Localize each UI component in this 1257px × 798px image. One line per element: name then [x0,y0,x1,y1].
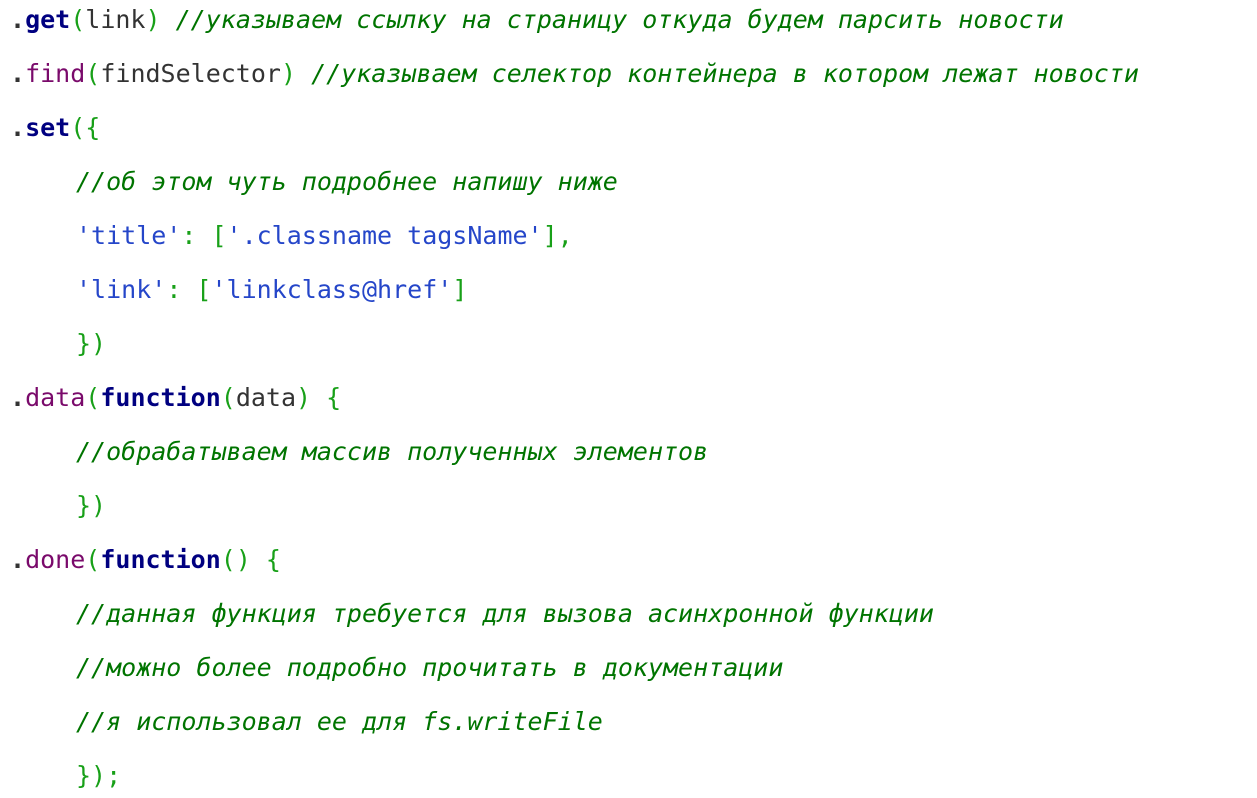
comment: //обрабатываем массив полученных элемент… [76,437,709,466]
code-line-comment: //обрабатываем массив полученных элемент… [10,432,708,472]
paren-open: ( [85,59,101,88]
paren-close: ) [280,59,297,88]
dot: . [10,5,26,34]
string-key: 'title' [76,221,182,250]
method-set: set [25,113,71,142]
comment: //можно более подробно прочитать в докум… [76,653,784,682]
argument: findSelector [100,59,281,88]
brace-open: { [311,383,342,412]
code-line-comment: //данная функция требуется для вызова ас… [10,594,934,634]
code-line-set: .set({ [10,108,100,148]
brace-close: }); [76,761,122,790]
brace-close: }) [76,491,107,520]
method-done: done [25,545,86,574]
bracket-close: ] [452,275,468,304]
bracket-close: ], [542,221,573,250]
code-line-close-data: }) [10,486,106,526]
brace-close: }) [76,329,107,358]
comment: //об этом чуть подробнее напишу ниже [76,167,618,196]
argument: link [85,5,146,34]
code-line-get: .get(link) //указываем ссылку на страниц… [10,0,1064,40]
method-find: find [25,59,86,88]
string-value: '.classname tagsName' [226,221,543,250]
string-key: 'link' [76,275,167,304]
comment: //указываем ссылку на страницу откуда бу… [160,5,1064,34]
brace-open: { [250,545,281,574]
bracket-open: [ [196,275,212,304]
paren-open: ( [70,5,86,34]
dot: . [10,59,26,88]
dot: . [10,545,26,574]
string-value: 'linkclass@href' [211,275,453,304]
code-line-done: .done(function() { [10,540,281,580]
code-line-comment: //я использовал ее для fs.writeFile [10,702,603,742]
code-line-link-key: 'link': ['linkclass@href'] [10,270,467,310]
paren-open: ( [220,383,236,412]
code-line-title-key: 'title': ['.classname tagsName'], [10,216,573,256]
bracket-open: [ [211,221,227,250]
code-line-data: .data(function(data) { [10,378,341,418]
comment: //указываем селектор контейнера в которо… [296,59,1139,88]
comment: //я использовал ее для fs.writeFile [76,707,603,736]
paren-close: ) [145,5,161,34]
paren-open: ( [85,545,101,574]
code-line-close-set: }) [10,324,106,364]
parens: () [220,545,251,574]
paren-open: ({ [70,113,101,142]
dot: . [10,113,26,142]
dot: . [10,383,26,412]
argument: data [235,383,297,412]
code-line-close-done: }); [10,756,121,796]
method-get: get [25,5,71,34]
colon: : [181,221,212,250]
keyword-function: function [100,383,221,412]
keyword-function: function [100,545,221,574]
code-line-comment: //об этом чуть подробнее напишу ниже [10,162,618,202]
code-line-comment: //можно более подробно прочитать в докум… [10,648,783,688]
paren-close: ) [296,383,312,412]
method-data: data [25,383,86,412]
paren-open: ( [85,383,101,412]
comment: //данная функция требуется для вызова ас… [76,599,934,628]
colon: : [166,275,197,304]
code-line-find: .find(findSelector) //указываем селектор… [10,54,1139,94]
code-view: .get(link) //указываем ссылку на страниц… [0,0,1257,798]
